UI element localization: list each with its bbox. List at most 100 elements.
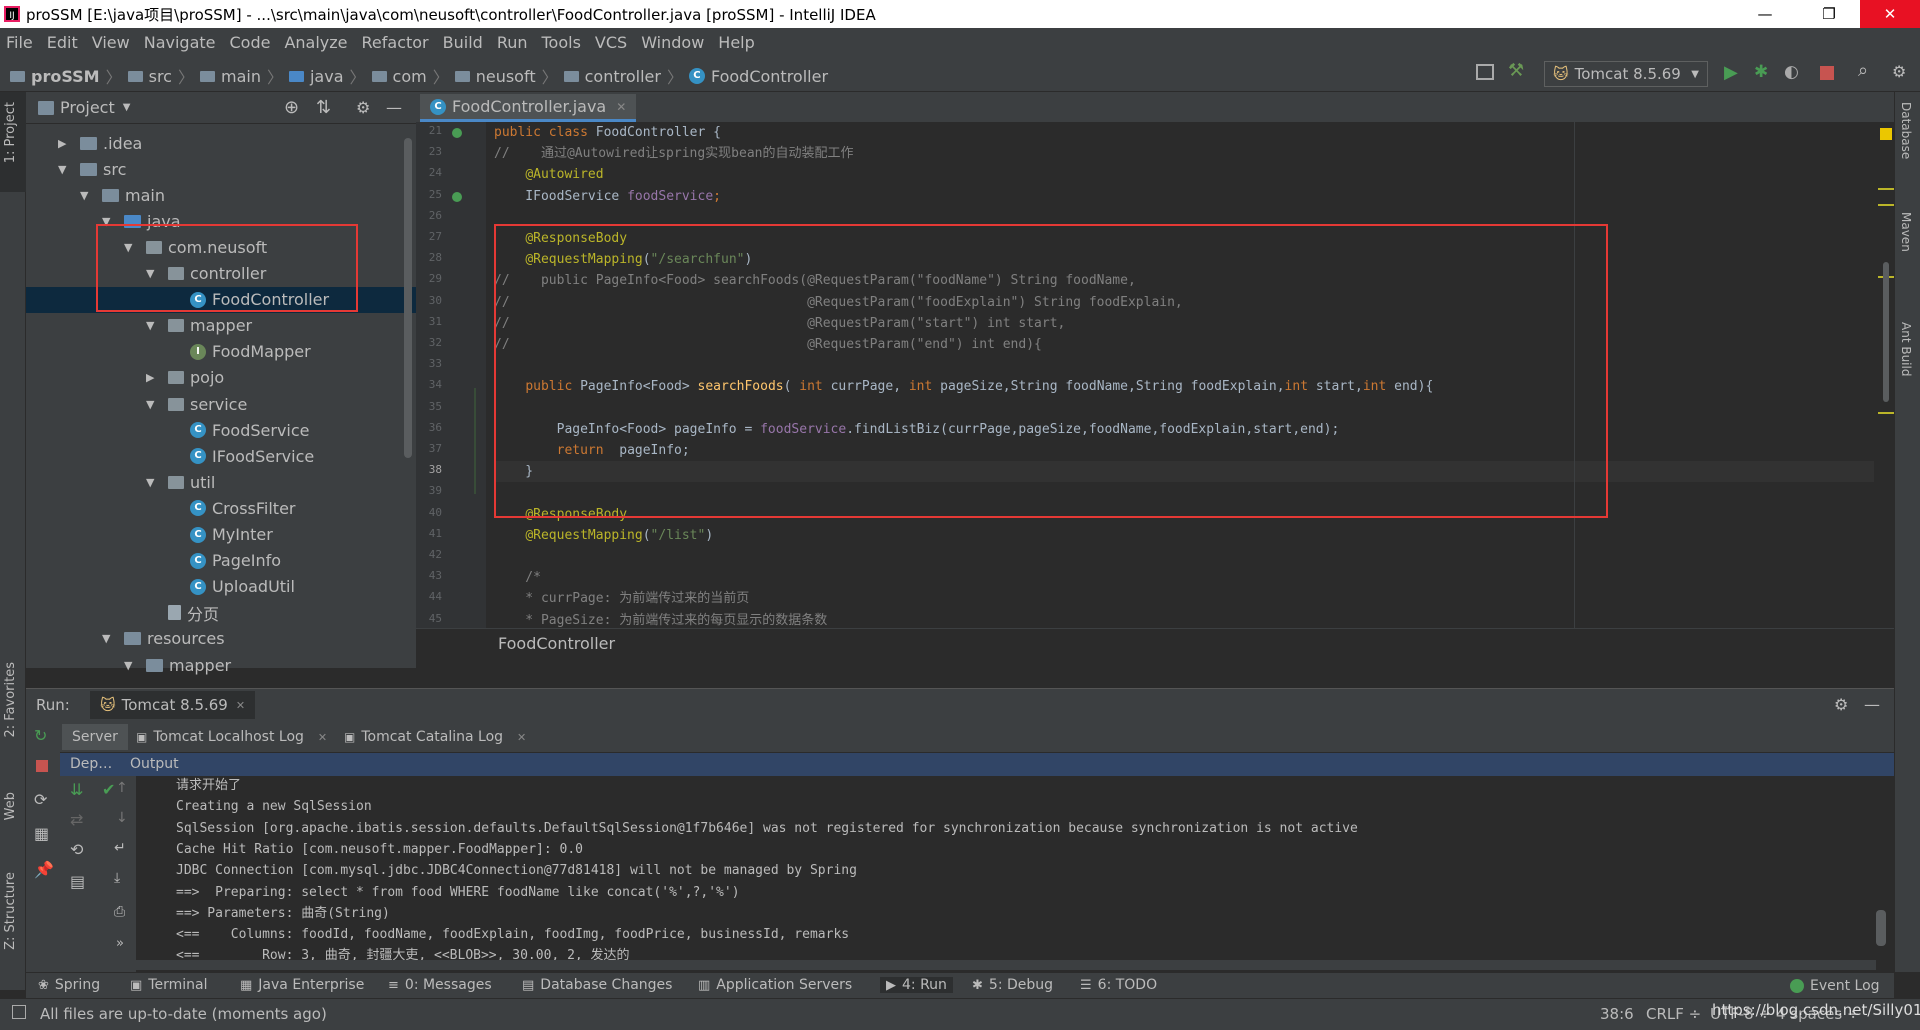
breadcrumb-neusoft[interactable]: neusoft 〉 xyxy=(454,64,558,88)
build-hammer-icon[interactable]: ⚒ xyxy=(1508,60,1524,81)
expanded-arrow-icon[interactable]: ▼ xyxy=(124,659,138,672)
collapsed-arrow-icon[interactable]: ▶ xyxy=(146,371,160,384)
tab-foodcontroller-java[interactable]: C FoodController.java ✕ xyxy=(420,94,637,122)
run-icon[interactable]: ▶ xyxy=(1724,62,1738,83)
breadcrumb-src[interactable]: src 〉 xyxy=(127,64,194,88)
tree-item[interactable]: ▼ controller xyxy=(26,261,416,287)
tree-item[interactable]: C UploadUtil xyxy=(26,574,416,600)
tree-item[interactable]: ▼ resources xyxy=(26,626,416,652)
event-log-button[interactable]: Event Log xyxy=(1790,978,1880,994)
tool-window-messages[interactable]: ≡ 0: Messages xyxy=(388,977,492,993)
expanded-arrow-icon[interactable]: ▼ xyxy=(58,163,72,176)
breadcrumb-controller[interactable]: controller 〉 xyxy=(563,64,683,88)
line-separator[interactable]: CRLF ÷ xyxy=(1646,1005,1701,1023)
pin-icon[interactable]: 📌 xyxy=(34,860,54,879)
console-output[interactable]: 请求开始了 Creating a new SqlSession SqlSession… xyxy=(136,776,1894,972)
run-config-tab[interactable]: 🐱 Tomcat 8.5.69 ✕ xyxy=(90,691,256,719)
tree-item[interactable]: C IFoodService xyxy=(26,443,416,469)
expanded-arrow-icon[interactable]: ▼ xyxy=(80,189,94,202)
tree-scrollbar[interactable] xyxy=(404,138,412,458)
breadcrumb-java[interactable]: java 〉 xyxy=(288,64,366,88)
close-button[interactable]: ✕ xyxy=(1860,0,1920,28)
menu-run[interactable]: Run xyxy=(497,33,528,52)
refresh-icon[interactable]: ⟳ xyxy=(34,790,47,809)
chevron-down-icon[interactable]: ▼ xyxy=(123,102,131,113)
tool-window-todo[interactable]: ☰ 6: TODO xyxy=(1080,977,1157,993)
menu-analyze[interactable]: Analyze xyxy=(284,33,347,52)
stop-icon[interactable] xyxy=(36,760,48,772)
minimize-panel-icon[interactable]: — xyxy=(1864,695,1880,714)
collapse-all-icon[interactable]: ⇅ xyxy=(316,97,331,118)
autowired-gutter-icon[interactable] xyxy=(452,192,462,202)
caret-position[interactable]: 38:6 xyxy=(1600,1005,1634,1023)
bean-gutter-icon[interactable] xyxy=(452,128,462,138)
up-arrow-icon[interactable]: ↑ xyxy=(116,780,128,796)
project-view-select[interactable]: Project xyxy=(60,98,115,117)
tool-window-spring[interactable]: ❀ Spring xyxy=(38,977,100,993)
tree-item[interactable]: C CrossFilter xyxy=(26,495,416,521)
more-icon[interactable]: » xyxy=(116,936,124,951)
tab-database[interactable]: Database xyxy=(1899,102,1913,159)
scroll-end-icon[interactable]: ⤓ xyxy=(114,870,120,886)
update-icon[interactable]: ▤ xyxy=(70,872,85,891)
collapsed-arrow-icon[interactable]: ▶ xyxy=(58,137,72,150)
tree-item[interactable]: ▼ mapper xyxy=(26,652,416,678)
tab-localhost-log[interactable]: ▣ Tomcat Localhost Log ✕ xyxy=(136,724,327,750)
locate-icon[interactable]: ⊕ xyxy=(284,97,299,118)
tool-window-java-enterprise[interactable]: ▦ Java Enterprise xyxy=(240,977,364,993)
down-arrow-icon[interactable]: ↓ xyxy=(116,810,128,826)
menu-view[interactable]: View xyxy=(92,33,130,52)
tree-item[interactable]: ▼ com.neusoft xyxy=(26,234,416,260)
expanded-arrow-icon[interactable]: ▼ xyxy=(146,319,160,332)
tool-window-run[interactable]: ▶ 4: Run xyxy=(880,977,953,993)
hide-icon[interactable]: — xyxy=(386,98,402,117)
expanded-arrow-icon[interactable]: ▼ xyxy=(146,476,160,489)
close-icon[interactable]: ✕ xyxy=(517,731,526,744)
tree-item[interactable]: ▶ pojo xyxy=(26,365,416,391)
tab-web[interactable]: Web xyxy=(3,792,18,820)
close-icon[interactable]: ✕ xyxy=(318,731,327,744)
tool-window-terminal[interactable]: ▣ Terminal xyxy=(130,977,207,993)
tool-window-debug[interactable]: ✱ 5: Debug xyxy=(972,977,1053,993)
code-content[interactable]: public class FoodController {// 通过@Autow… xyxy=(494,122,1874,628)
minimize-button[interactable]: — xyxy=(1742,0,1788,28)
editor-scroll-markers[interactable] xyxy=(1878,122,1894,628)
expanded-arrow-icon[interactable]: ▼ xyxy=(102,215,116,228)
expanded-arrow-icon[interactable]: ▼ xyxy=(102,632,116,645)
tree-item[interactable]: I FoodMapper xyxy=(26,339,416,365)
tab-structure[interactable]: Z: Structure xyxy=(3,872,18,950)
stop-icon[interactable] xyxy=(1820,66,1834,80)
tab-server[interactable]: Server xyxy=(62,724,128,750)
print-icon[interactable]: ⎙ xyxy=(114,904,125,920)
layout-icon[interactable]: ▦ xyxy=(34,824,49,843)
status-toggle-icon[interactable] xyxy=(12,1005,26,1019)
breadcrumb-com[interactable]: com 〉 xyxy=(371,64,449,88)
breadcrumb-project[interactable]: proSSM 〉 xyxy=(10,64,122,88)
tab-ant-build[interactable]: Ant Build xyxy=(1899,322,1913,376)
tree-item[interactable]: C FoodService xyxy=(26,417,416,443)
tree-item[interactable]: C FoodController xyxy=(26,286,416,313)
tree-item[interactable]: ▼ service xyxy=(26,391,416,417)
console-hscroll[interactable] xyxy=(136,960,1876,970)
menu-navigate[interactable]: Navigate xyxy=(144,33,216,52)
tree-item[interactable]: ▼ main xyxy=(26,182,416,208)
tree-item[interactable]: ▶ .idea xyxy=(26,130,416,156)
tree-item[interactable]: 分页 xyxy=(26,600,416,626)
search-icon[interactable]: ⌕ xyxy=(1858,60,1868,81)
breadcrumb-foodcontroller[interactable]: C FoodController xyxy=(688,67,828,86)
console-scrollbar[interactable] xyxy=(1876,910,1886,946)
expanded-arrow-icon[interactable]: ▼ xyxy=(146,398,160,411)
breadcrumb-main[interactable]: main 〉 xyxy=(199,64,283,88)
tree-item[interactable]: ▼ java xyxy=(26,208,416,234)
tab-project[interactable]: 1: Project xyxy=(3,102,18,163)
soft-wrap-icon[interactable]: ↵ xyxy=(114,840,126,856)
menu-build[interactable]: Build xyxy=(443,33,483,52)
menu-tools[interactable]: Tools xyxy=(542,33,581,52)
menu-help[interactable]: Help xyxy=(718,33,754,52)
tool-window-app-servers[interactable]: ▥ Application Servers xyxy=(698,977,852,993)
restore-button[interactable]: ❐ xyxy=(1806,0,1852,28)
editor-footer-breadcrumb[interactable]: FoodController xyxy=(416,628,1894,658)
close-icon[interactable]: ✕ xyxy=(616,100,626,114)
undeploy-icon[interactable]: ⇄ xyxy=(70,810,83,829)
menu-window[interactable]: Window xyxy=(641,33,704,52)
